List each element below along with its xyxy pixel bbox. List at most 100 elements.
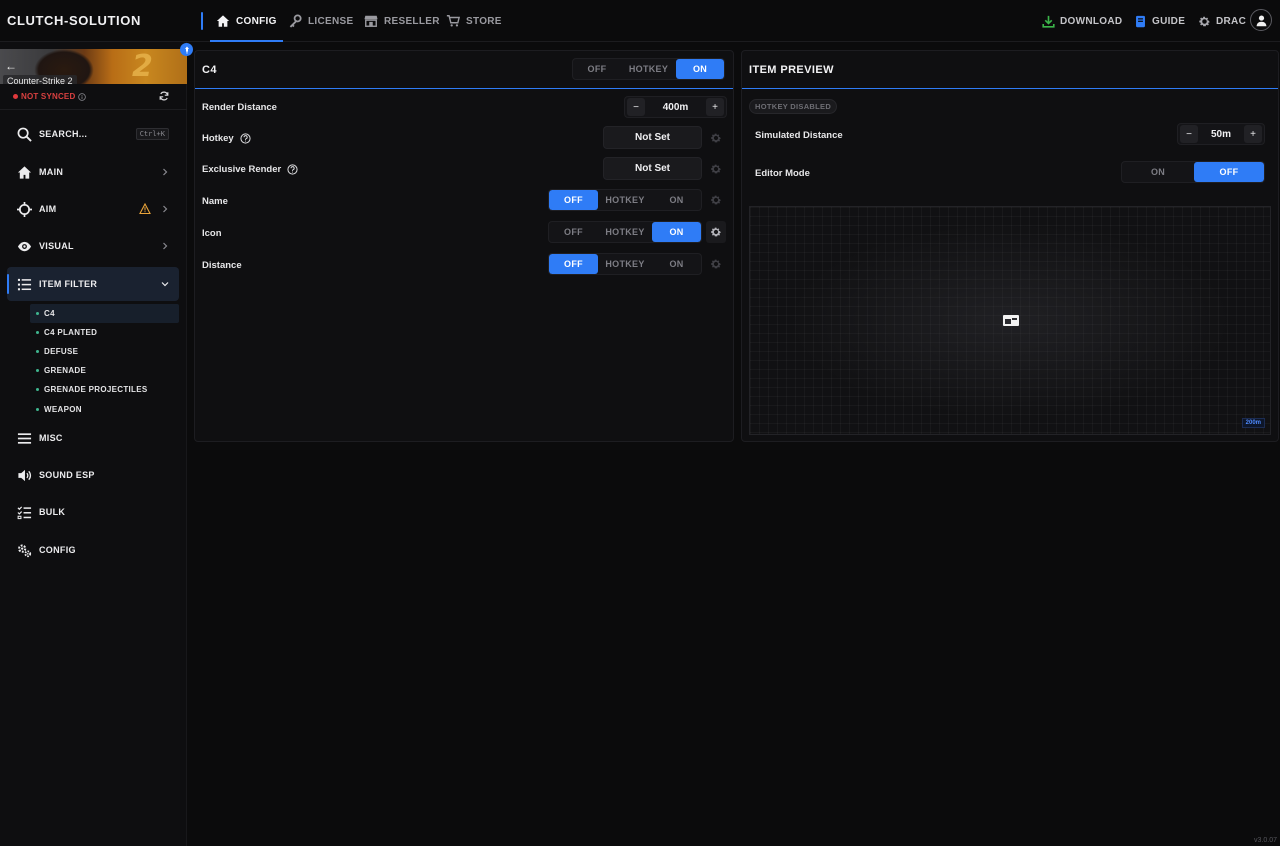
toggle-on[interactable]: ON: [652, 190, 701, 210]
sidebar-item-label: MAIN: [39, 167, 64, 177]
distance-tag: 200m: [1241, 418, 1265, 428]
name-row-label: Name: [202, 196, 228, 207]
toggle-hotkey[interactable]: HOTKEY: [598, 222, 652, 242]
toggle-on[interactable]: ON: [1122, 162, 1194, 182]
home-icon: [216, 15, 230, 27]
sidebar-divider: [0, 109, 187, 110]
sidebar-item-label: SOUND ESP: [39, 470, 95, 480]
sidebar-item-misc[interactable]: MISC: [7, 421, 179, 455]
help-icon[interactable]: [240, 133, 251, 144]
bullet-icon: [36, 388, 39, 391]
name-toggle[interactable]: OFF HOTKEY ON: [548, 189, 702, 211]
tab-license[interactable]: LICENSE: [288, 0, 353, 42]
search-shortcut: Ctrl+K: [135, 128, 169, 140]
version-label: v3.0.07: [1254, 837, 1277, 844]
exclusive-render-settings-button[interactable]: [706, 158, 726, 180]
tab-store[interactable]: STORE: [446, 0, 502, 42]
download-icon: [1042, 15, 1055, 28]
sidebar-item-label: AIM: [39, 204, 57, 214]
decrement-button[interactable]: −: [1180, 125, 1198, 143]
pin-icon: [184, 46, 189, 54]
decrement-button[interactable]: −: [627, 98, 645, 116]
distance-toggle[interactable]: OFF HOTKEY ON: [548, 253, 702, 275]
render-distance-stepper[interactable]: − 400m +: [624, 96, 727, 118]
tab-store-label: STORE: [466, 15, 502, 27]
toggle-off[interactable]: OFF: [549, 254, 598, 274]
icon-settings-button[interactable]: [706, 221, 726, 243]
toggle-on[interactable]: ON: [676, 59, 724, 79]
help-icon[interactable]: [287, 164, 298, 175]
hotkey-button[interactable]: Not Set: [603, 126, 702, 149]
sidebar-search[interactable]: SEARCH... Ctrl+K: [7, 117, 179, 151]
increment-button[interactable]: +: [1244, 125, 1262, 143]
sidebar-item-main[interactable]: MAIN: [7, 155, 179, 189]
bullet-icon: [36, 312, 39, 315]
subitem-c4-planted[interactable]: C4 PLANTED: [30, 323, 179, 342]
gears-icon: [18, 544, 32, 557]
editor-mode-toggle[interactable]: ON OFF: [1121, 161, 1265, 183]
chevron-right-icon: [163, 205, 168, 213]
master-toggle[interactable]: OFF HOTKEY ON: [572, 58, 725, 80]
subitem-label: GRENADE PROJECTILES: [44, 385, 148, 394]
sidebar-item-label: BULK: [39, 507, 66, 517]
simulated-distance-stepper[interactable]: − 50m +: [1177, 123, 1265, 145]
avatar[interactable]: [1250, 9, 1272, 31]
sidebar-item-aim[interactable]: AIM: [7, 192, 179, 226]
gear-icon: [711, 164, 721, 174]
render-distance-value: 400m: [662, 101, 689, 113]
warning-icon: [139, 203, 151, 215]
search-label: SEARCH...: [39, 129, 88, 139]
chevron-right-icon: [163, 168, 168, 176]
sidebar-item-bulk[interactable]: BULK: [7, 495, 179, 529]
toggle-off[interactable]: OFF: [549, 190, 598, 210]
sidebar-item-sound-esp[interactable]: SOUND ESP: [7, 458, 179, 492]
c4-icon[interactable]: [1003, 315, 1019, 326]
toggle-hotkey[interactable]: HOTKEY: [621, 59, 676, 79]
toggle-on[interactable]: ON: [652, 254, 701, 274]
subitem-grenade[interactable]: GRENADE: [30, 361, 179, 380]
toggle-off[interactable]: OFF: [573, 59, 621, 79]
guide-link[interactable]: GUIDE: [1134, 0, 1185, 42]
cs2-logo-icon: 2: [132, 49, 153, 84]
toggle-off[interactable]: OFF: [549, 222, 598, 242]
sidebar-item-label: MISC: [39, 433, 63, 443]
hotkey-settings-button[interactable]: [706, 127, 726, 149]
increment-button[interactable]: +: [706, 98, 724, 116]
sidebar-item-config[interactable]: CONFIG: [7, 533, 179, 567]
tab-config[interactable]: CONFIG: [210, 0, 283, 42]
sidebar-item-visual[interactable]: VISUAL: [7, 229, 179, 263]
user-settings-link[interactable]: DRAC: [1198, 0, 1246, 42]
toggle-on[interactable]: ON: [652, 222, 701, 242]
name-settings-button[interactable]: [706, 189, 726, 211]
tab-reseller[interactable]: RESELLER: [364, 0, 440, 42]
gear-icon: [711, 227, 721, 237]
tab-license-label: LICENSE: [308, 15, 354, 27]
game-banner[interactable]: 2 ← Counter-Strike 2: [0, 49, 187, 84]
eye-icon: [17, 241, 32, 251]
exclusive-render-button[interactable]: Not Set: [603, 157, 702, 180]
icon-toggle[interactable]: OFF HOTKEY ON: [548, 221, 702, 243]
bullet-icon: [36, 408, 39, 411]
pin-badge[interactable]: [180, 43, 193, 56]
back-arrow-icon[interactable]: ←: [5, 59, 17, 73]
guide-label: GUIDE: [1152, 15, 1186, 27]
refresh-icon[interactable]: [159, 91, 169, 101]
toggle-off[interactable]: OFF: [1194, 162, 1264, 182]
icon-row-label: Icon: [202, 228, 222, 239]
toggle-hotkey[interactable]: HOTKEY: [598, 254, 652, 274]
chevron-down-icon: [161, 282, 169, 287]
store-icon: [364, 15, 378, 27]
exclusive-render-label: Exclusive Render: [202, 164, 298, 175]
subitem-weapon[interactable]: WEAPON: [30, 400, 179, 419]
sidebar-item-item-filter[interactable]: ITEM FILTER: [7, 267, 179, 301]
download-link[interactable]: DOWNLOAD: [1042, 0, 1122, 42]
subitem-c4[interactable]: C4: [30, 304, 179, 323]
info-icon[interactable]: [78, 92, 87, 101]
preview-canvas[interactable]: 200m: [749, 206, 1271, 435]
crosshair-icon: [17, 201, 32, 217]
subitem-defuse[interactable]: DEFUSE: [30, 342, 179, 361]
toggle-hotkey[interactable]: HOTKEY: [598, 190, 652, 210]
subitem-grenade-projectiles[interactable]: GRENADE PROJECTILES: [30, 380, 179, 399]
gear-icon: [1199, 16, 1210, 26]
distance-settings-button[interactable]: [706, 253, 726, 275]
